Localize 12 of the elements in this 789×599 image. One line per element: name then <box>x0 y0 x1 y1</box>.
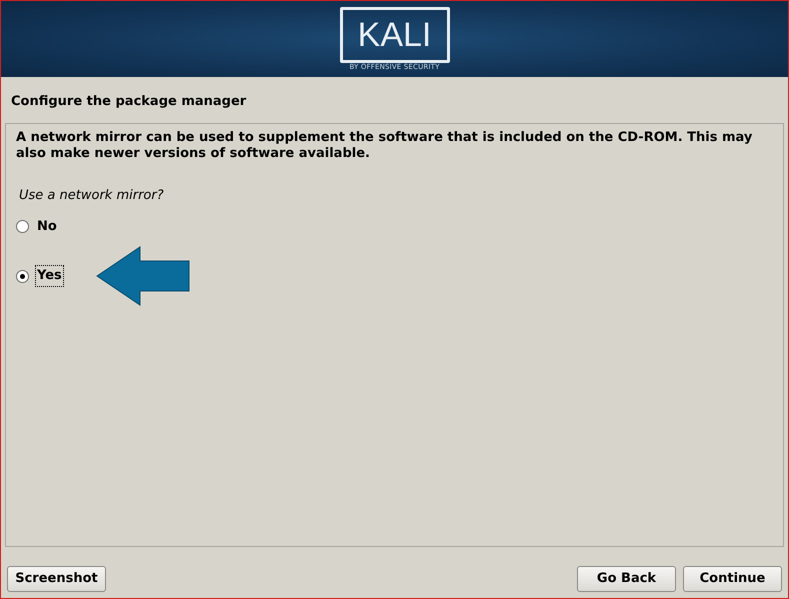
action-button[interactable]: Go Back <box>577 566 676 592</box>
page-title: Configure the package manager <box>11 94 246 109</box>
logo-text: KALI <box>358 18 432 52</box>
radio-button[interactable] <box>16 270 29 282</box>
description-text: A network mirror can be used to supplement the software that is included on the CD-ROM. This may also make newer versions of software available. <box>16 130 754 162</box>
question-label: Use a network mirror? <box>19 187 165 205</box>
option-label[interactable]: No <box>35 216 59 237</box>
radio-button[interactable] <box>16 220 29 233</box>
arrow-icon <box>96 246 190 306</box>
action-button[interactable]: Continue <box>683 566 782 592</box>
option-label[interactable]: Yes <box>35 265 64 287</box>
action-button[interactable]: Screenshot <box>7 566 106 592</box>
